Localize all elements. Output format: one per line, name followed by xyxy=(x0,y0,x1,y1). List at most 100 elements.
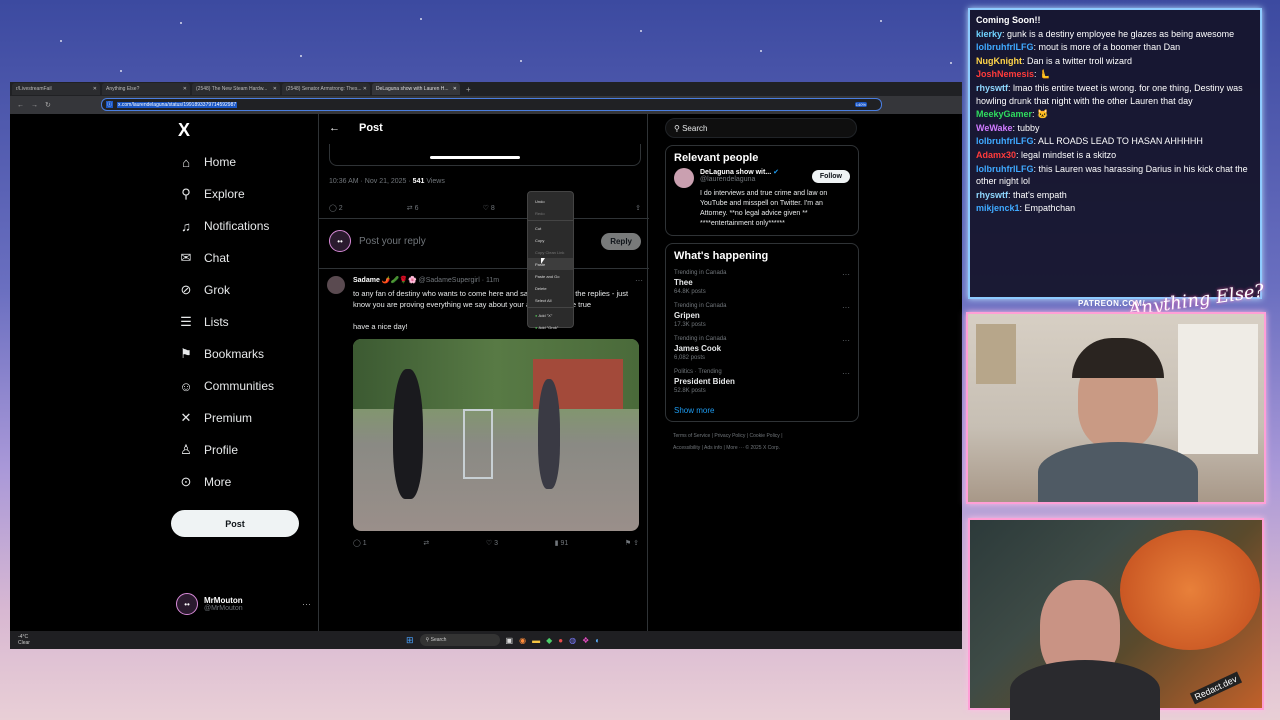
new-tab-icon[interactable]: + xyxy=(466,85,471,94)
reload-icon[interactable]: ↻ xyxy=(45,101,51,109)
folder-icon[interactable]: ▬ xyxy=(532,636,540,645)
site-info-icon[interactable]: ⓘ xyxy=(106,101,114,108)
follow-button[interactable]: Follow xyxy=(811,170,850,183)
chat-username[interactable]: lolbruhfrlLFG xyxy=(976,42,1034,52)
footer-link[interactable]: Cookie Policy xyxy=(750,433,780,439)
search-input[interactable]: ⚲ Search xyxy=(665,118,857,138)
browser-tab[interactable]: r/LivestreamFail ✕ xyxy=(12,83,100,95)
app-icon[interactable]: ● xyxy=(558,636,563,645)
trend-item[interactable]: Trending in Canada James Cook 6,082 posts ·… xyxy=(674,336,850,361)
context-menu-add-x[interactable]: ● Add "X" xyxy=(528,309,573,321)
chat-username[interactable]: MeekyGamer xyxy=(976,109,1032,119)
context-menu-undo[interactable]: Undo xyxy=(528,195,573,207)
footer-link[interactable]: Privacy Policy xyxy=(714,433,745,439)
nav-item-bookmarks[interactable]: ⚑ Bookmarks xyxy=(178,338,274,370)
chat-username[interactable]: JoshNemesis xyxy=(976,69,1034,79)
close-icon[interactable]: ✕ xyxy=(273,86,277,92)
chat-username[interactable]: Adamx30 xyxy=(976,150,1016,160)
like-action[interactable]: ♡ 8 xyxy=(483,204,495,212)
nav-item-home[interactable]: ⌂ Home xyxy=(178,146,274,178)
nav-item-profile[interactable]: ♙ Profile xyxy=(178,434,274,466)
browser-tab-active[interactable]: DeLaguna show with Lauren H... ✕ xyxy=(372,83,460,95)
nav-item-more[interactable]: ⊙ More xyxy=(178,466,274,498)
more-dots-icon[interactable]: ··· xyxy=(842,369,850,378)
close-icon[interactable]: ✕ xyxy=(183,86,187,92)
reply-post[interactable]: Sadame 🌶️🥒🌹🌸 @SadameSupergirl · 11m ··· t… xyxy=(327,276,643,547)
footer-link[interactable]: Ads info xyxy=(704,445,722,451)
app-icon[interactable]: ◉ xyxy=(519,636,526,645)
app-icon[interactable]: ◆ xyxy=(546,636,552,645)
like-action[interactable]: ♡ 3 xyxy=(486,539,498,547)
back-arrow-icon[interactable]: ← xyxy=(329,122,340,134)
context-menu-add-grok[interactable]: ● Add "Grok" xyxy=(528,321,573,333)
context-menu-paste[interactable]: Paste xyxy=(528,258,573,270)
footer-link[interactable]: Terms of Service xyxy=(673,433,710,439)
reply-input[interactable]: Post your reply xyxy=(359,236,426,247)
steam-icon[interactable]: ◐ xyxy=(595,636,600,645)
trend-item[interactable]: Trending in Canada Gripen 17.3K posts ··· xyxy=(674,303,850,328)
chat-username[interactable]: lolbruhfrlLFG xyxy=(976,164,1034,174)
footer-link[interactable]: More ··· xyxy=(726,445,744,451)
nav-item-premium[interactable]: ✕ Premium xyxy=(178,402,274,434)
repost-icon[interactable]: ⇄ xyxy=(423,539,429,547)
post-button[interactable]: Post xyxy=(171,510,299,537)
chat-username[interactable]: rhyswtf xyxy=(976,83,1008,93)
reply-button[interactable]: Reply xyxy=(601,232,641,250)
more-dots-icon[interactable]: ··· xyxy=(842,303,850,312)
taskview-icon[interactable]: ▣ xyxy=(506,636,514,645)
nav-item-communities[interactable]: ☺ Communities xyxy=(178,370,274,402)
taskbar-search[interactable]: ⚲ Search xyxy=(419,634,500,646)
footer-link[interactable]: Accessibility xyxy=(673,445,700,451)
reply-action[interactable]: ◯ 1 xyxy=(353,539,367,547)
context-menu-cut[interactable]: Cut xyxy=(528,222,573,234)
account-switcher[interactable]: •• MrMouton @MrMouton ··· xyxy=(176,591,311,617)
context-menu-paste-and-go[interactable]: Paste and Go xyxy=(528,270,573,282)
context-menu-copy[interactable]: Copy xyxy=(528,234,573,246)
chat-username[interactable]: NugKnight xyxy=(976,56,1022,66)
chat-username[interactable]: kierky xyxy=(976,29,1002,39)
app-icon[interactable]: ❖ xyxy=(582,636,589,645)
views-action[interactable]: ▮ 91 xyxy=(555,539,569,547)
weather-widget[interactable]: -4°C Clear xyxy=(18,634,30,646)
more-dots-icon[interactable]: ··· xyxy=(842,270,850,279)
more-dots-icon[interactable]: ··· xyxy=(842,336,850,345)
windows-start-icon[interactable]: ⊞ xyxy=(406,635,414,646)
browser-tab[interactable]: (2548) The New Steam Hardw... ✕ xyxy=(192,83,280,95)
chat-username[interactable]: mikjenck1 xyxy=(976,203,1020,213)
nav-item-explore[interactable]: ⚲ Explore xyxy=(178,178,274,210)
chat-message: mikjenck1: Empathchan xyxy=(976,203,1076,214)
relevant-person[interactable]: DeLaguna show wit... ✔ @laurendelaguna I… xyxy=(674,168,850,229)
show-more-link[interactable]: Show more xyxy=(674,406,850,415)
chat-username[interactable]: rhyswtf xyxy=(976,190,1008,200)
more-dots-icon[interactable]: ··· xyxy=(302,599,311,609)
more-dots-icon[interactable]: ··· xyxy=(635,276,643,285)
repost-action[interactable]: ⇄ 6 xyxy=(407,204,419,212)
context-menu-select-all[interactable]: Select All xyxy=(528,294,573,306)
close-icon[interactable]: ✕ xyxy=(453,86,457,92)
reply-action[interactable]: ◯ 2 xyxy=(329,204,343,212)
forward-icon[interactable]: → xyxy=(31,102,38,109)
nav-item-lists[interactable]: ☰ Lists xyxy=(178,306,274,338)
trend-item[interactable]: Politics · Trending President Biden 52.8K … xyxy=(674,369,850,394)
bookmark-icon[interactable]: ⚑ ⇪ xyxy=(625,539,639,547)
back-icon[interactable]: ← xyxy=(17,102,24,109)
share-icon[interactable]: ⇪ xyxy=(635,204,641,212)
trend-item[interactable]: Trending in Canada Thee 64.8K posts ··· xyxy=(674,270,850,295)
nav-item-notifications[interactable]: ♫ Notifications xyxy=(178,210,274,242)
url-input[interactable]: ⓘ x.com/laurendelaguna/status/1991893379… xyxy=(101,98,882,111)
nav-item-chat[interactable]: ✉ Chat xyxy=(178,242,274,274)
discord-icon[interactable]: ◍ xyxy=(569,636,576,645)
browser-tab[interactable]: (2548) Senator Armstrong: Thes... ✕ xyxy=(282,83,370,95)
video-progress[interactable] xyxy=(430,156,520,159)
chat-username[interactable]: lolbruhfrlLFG xyxy=(976,136,1034,146)
close-icon[interactable]: ✕ xyxy=(363,86,367,92)
close-icon[interactable]: ✕ xyxy=(93,86,97,92)
nav-item-grok[interactable]: ⊘ Grok xyxy=(178,274,274,306)
zoom-badge[interactable]: 140% xyxy=(854,102,867,107)
chat-username[interactable]: WeWake xyxy=(976,123,1013,133)
context-menu-delete[interactable]: Delete xyxy=(528,282,573,294)
video-player-bottom[interactable] xyxy=(329,144,641,166)
browser-tab[interactable]: Anything Else? ✕ xyxy=(102,83,190,95)
reply-video[interactable] xyxy=(353,339,639,531)
x-logo-icon[interactable]: X xyxy=(178,120,190,141)
